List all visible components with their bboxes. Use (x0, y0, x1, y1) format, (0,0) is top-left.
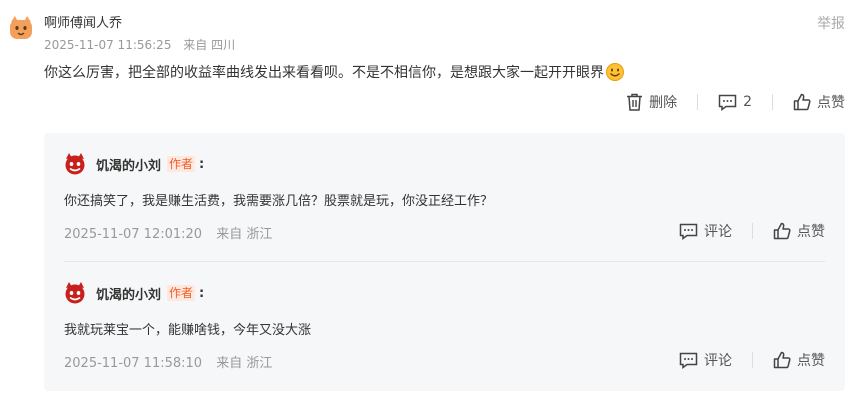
reply-header: 饥渴的小刘 作者 : (64, 282, 825, 304)
like-button[interactable]: 点赞 (793, 92, 845, 112)
divider (697, 94, 699, 110)
devil-avatar-icon[interactable] (64, 282, 86, 304)
reply-comment-button[interactable]: 评论 (679, 350, 732, 370)
divider (772, 94, 773, 110)
comment-timestamp: 2025-11-07 11:56:25 (44, 38, 172, 52)
reply-colon: : (199, 156, 205, 172)
reply-comment-button[interactable]: 评论 (679, 221, 732, 241)
reply-location: 来自 浙江 (216, 356, 273, 371)
like-label: 点赞 (817, 95, 845, 111)
devil-avatar-icon[interactable] (64, 153, 86, 175)
comment-bubble-icon (679, 223, 698, 240)
reply-text: 你还搞笑了，我是赚生活费，我需要涨几倍？股票就是玩，你没正经工作？ (64, 194, 494, 209)
reply-location: 来自 浙江 (216, 227, 273, 242)
author-badge: 作者 (167, 285, 196, 301)
user-avatar[interactable] (8, 14, 34, 40)
reply-count-button[interactable]: 2 (718, 94, 752, 111)
replies-container: 饥渴的小刘 作者 : 你还搞笑了，我是赚生活费，我需要涨几倍？股票就是玩，你没正… (44, 133, 845, 391)
comment-username[interactable]: 啊师傅闻人乔 (44, 12, 122, 31)
reply-comment-label: 评论 (704, 353, 732, 369)
delete-button[interactable]: 删除 (626, 92, 677, 112)
reply-item: 饥渴的小刘 作者 : (64, 153, 825, 175)
author-badge: 作者 (167, 156, 196, 172)
divider (752, 352, 753, 368)
reply-text: 我就玩莱宝一个，能赚啥钱，今年又没大涨 (64, 323, 312, 338)
reply-timestamp: 2025-11-07 11:58:10 (64, 356, 203, 371)
reply-comment-label: 评论 (704, 224, 732, 240)
thumbs-up-icon (773, 222, 791, 240)
reply-header: 饥渴的小刘 作者 : (64, 153, 825, 175)
comment-actions: 删除 2 点赞 (626, 92, 845, 112)
reply-divider (64, 261, 825, 262)
reply-item: 饥渴的小刘 作者 : (64, 282, 825, 304)
divider (752, 223, 753, 239)
trash-icon (627, 93, 643, 111)
comment-text-content: 你这么厉害，把全部的收益率曲线发出来看看呗。不是不相信你，是想跟大家一起开开眼界 (44, 65, 604, 81)
reply-like-label: 点赞 (797, 224, 825, 240)
reply-like-button[interactable]: 点赞 (773, 221, 825, 241)
reply-count: 2 (743, 94, 752, 110)
reply-meta: 2025-11-07 12:01:20 来自 浙江 (64, 223, 272, 242)
report-button[interactable]: 举报 (817, 13, 845, 33)
delete-label: 删除 (649, 95, 678, 111)
reply-meta: 2025-11-07 11:58:10 来自 浙江 (64, 352, 272, 371)
reply-username[interactable]: 饥渴的小刘 (96, 284, 161, 303)
comment-bubble-icon (718, 94, 737, 111)
reply-footer: 2025-11-07 11:58:10 来自 浙江 评论 点赞 (64, 350, 825, 371)
reply-timestamp: 2025-11-07 12:01:20 (64, 227, 203, 242)
thumbs-up-icon (773, 351, 791, 369)
comment-bubble-icon (679, 352, 698, 369)
comment-text: 你这么厉害，把全部的收益率曲线发出来看看呗。不是不相信你，是想跟大家一起开开眼界 (44, 62, 624, 82)
reply-colon: : (199, 285, 205, 301)
comment-location: 来自 四川 (183, 38, 236, 52)
reply-actions: 评论 点赞 (679, 221, 825, 241)
comment-meta: 2025-11-07 11:56:25 来自 四川 (44, 36, 235, 53)
reply-username[interactable]: 饥渴的小刘 (96, 155, 161, 174)
cat-avatar-icon (10, 16, 32, 39)
reply-footer: 2025-11-07 12:01:20 来自 浙江 评论 点赞 (64, 221, 825, 242)
smile-emoji-icon (606, 63, 624, 81)
thumbs-up-icon (793, 93, 811, 111)
reply-like-button[interactable]: 点赞 (773, 350, 825, 370)
reply-actions: 评论 点赞 (679, 350, 825, 370)
reply-like-label: 点赞 (797, 353, 825, 369)
